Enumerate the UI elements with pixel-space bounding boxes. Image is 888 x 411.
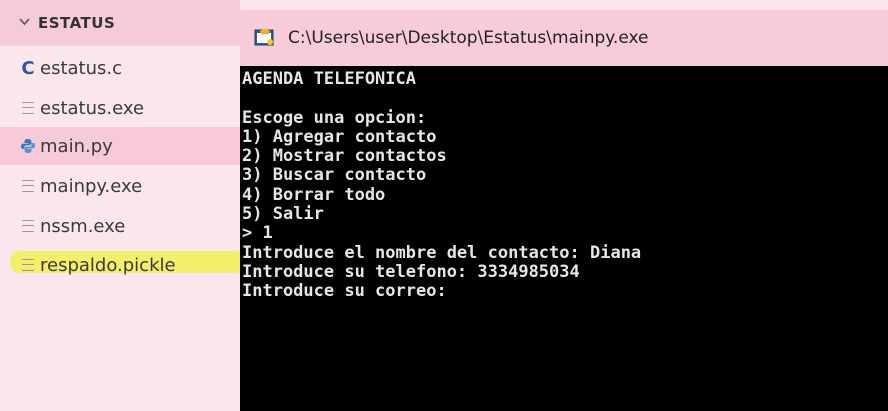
file-item-nssm-exe[interactable]: nssm.exe	[0, 207, 240, 245]
file-item-mainpy-exe[interactable]: mainpy.exe	[0, 167, 240, 205]
console-line: > 1	[242, 223, 273, 244]
file-label: main.py	[40, 135, 113, 157]
explorer-sidebar: ESTATUS C estatus.c estatus.exe main.py …	[0, 0, 246, 411]
file-item-estatus-exe[interactable]: estatus.exe	[0, 89, 240, 127]
file-item-estatus-c[interactable]: C estatus.c	[0, 49, 240, 87]
console-line: 3) Buscar contacto	[242, 165, 427, 186]
file-lines-icon	[20, 255, 36, 275]
folder-header[interactable]: ESTATUS	[0, 0, 240, 46]
console-output[interactable]: AGENDA TELEFONICA Escoge una opcion: 1) …	[242, 69, 882, 302]
file-item-main-py[interactable]: main.py	[0, 127, 240, 165]
chevron-down-icon	[18, 15, 32, 31]
file-label: estatus.c	[40, 57, 123, 79]
file-lines-icon	[20, 176, 36, 196]
console-line: AGENDA TELEFONICA	[242, 69, 416, 89]
console-line: Escoge una opcion:	[242, 107, 427, 128]
folder-label: ESTATUS	[38, 14, 116, 32]
file-label: estatus.exe	[40, 97, 145, 119]
file-lines-icon	[20, 98, 36, 118]
console-title: C:\Users\user\Desktop\Estatus\mainpy.exe	[288, 28, 649, 48]
console-app-icon	[254, 28, 276, 48]
c-file-icon: C	[21, 57, 35, 79]
file-label: mainpy.exe	[40, 175, 143, 197]
file-item-respaldo-pickle[interactable]: respaldo.pickle	[0, 246, 240, 284]
background-strip	[240, 0, 888, 10]
console-line: 2) Mostrar contactos	[242, 146, 447, 167]
console-line: 5) Salir	[242, 204, 324, 225]
file-label: nssm.exe	[40, 215, 126, 237]
console-line: Introduce el nombre del contacto: Diana	[242, 242, 642, 263]
python-icon	[20, 136, 36, 156]
file-lines-icon	[20, 216, 36, 236]
file-label: respaldo.pickle	[40, 254, 176, 276]
console-line: 1) Agregar contacto	[242, 126, 437, 147]
console-line: Introduce su telefono: 3334985034	[242, 261, 580, 282]
console-window[interactable]: C:\Users\user\Desktop\Estatus\mainpy.exe…	[240, 10, 888, 411]
console-line: 4) Borrar todo	[242, 184, 386, 205]
console-input-line[interactable]: Introduce su correo:	[242, 281, 882, 301]
console-titlebar[interactable]: C:\Users\user\Desktop\Estatus\mainpy.exe	[240, 10, 888, 66]
